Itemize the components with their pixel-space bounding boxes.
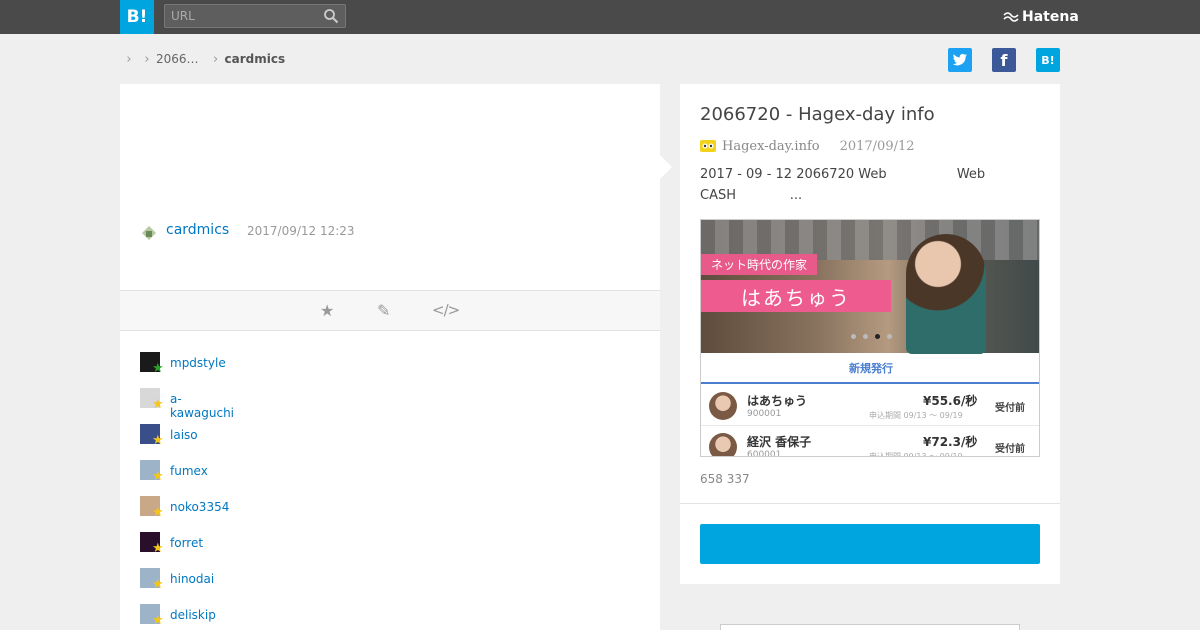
entry-thumbnail[interactable]: ネット時代の作家 はあちゅう 新規発行 はあちゅう 900001 ¥55.6/秒 申込… [700,219,1040,457]
thumbnail-caption-large: はあちゅう [701,280,891,312]
user-name-link[interactable]: a-kawaguchi [170,392,234,420]
facebook-share-button[interactable]: f [992,48,1016,72]
star-icon[interactable]: ★ [320,301,334,320]
site-favicon-icon [700,140,716,152]
user-name-link[interactable]: noko3354 [170,500,229,514]
url-search-box [164,4,346,28]
hatena-share-button[interactable]: B! [1036,48,1060,72]
row-status: 受付前 [995,403,1025,414]
user-name-link[interactable]: deliskip [170,608,216,622]
breadcrumb: › › 2066… › cardmics [120,50,285,68]
entry-title-link[interactable]: 2066720 - Hagex-day info [700,104,935,125]
user-name-link[interactable]: hinodai [170,572,214,586]
row-status: 受付前 [995,444,1025,455]
row-name: 経沢 香保子 [747,435,812,449]
star-icon: ★ [152,397,164,412]
star-icon: ★ [152,613,164,628]
author-name-link[interactable]: cardmics [166,222,229,238]
entry-site-link[interactable]: Hagex-day.info [722,139,820,154]
embed-code-icon[interactable]: </> [432,301,460,319]
hatena-wave-icon [1003,12,1019,22]
thumbnail-caption-small: ネット時代の作家 [701,254,818,275]
author-avatar[interactable] [140,224,158,242]
entry-description: 2017 - 09 - 12 2066720 Web Web CASH ... [700,167,986,203]
thumbnail-table-row: はあちゅう 900001 ¥55.6/秒申込期間 09/13 〜 09/19 受付前 [701,386,1039,426]
carousel-dot [887,334,892,339]
bookmark-panel: cardmics 2017/09/12 12:23 ★ ✎ </> ★ mpdst… [120,84,660,630]
edit-icon[interactable]: ✎ [377,301,390,320]
carousel-dot [851,334,856,339]
thumbnail-tab-new-issue: 新規発行 [701,353,1039,384]
twitter-icon [952,53,967,66]
entry-counts: 658 337 [700,472,750,486]
star-icon: ★ [152,469,164,484]
row-period: 申込期間 09/13 〜 09/19 [869,411,963,420]
top-bar: B! Hatena [0,0,1200,34]
user-name-link[interactable]: fumex [170,464,208,478]
row-period: 申込期間 09/13 〜 09/19 [869,452,963,457]
carousel-dot [863,334,868,339]
thumbnail-table-row: 経沢 香保子 600001 ¥72.3/秒申込期間 09/13 〜 09/19 受付前 [701,427,1039,457]
row-price: ¥55.6/秒 [923,394,978,408]
ad-frame [720,624,1020,630]
star-icon: ★ [152,433,164,448]
divider [680,503,1060,504]
twitter-share-button[interactable] [948,48,972,72]
carousel-dots [851,334,899,339]
search-icon[interactable] [323,8,339,24]
carousel-dot-active [875,334,880,339]
bookmark-datetime: 2017/09/12 12:23 [247,224,355,238]
entry-date: 2017/09/12 [839,138,915,154]
star-icon: ★ [152,361,164,376]
user-name-link[interactable]: laiso [170,428,198,442]
user-name-link[interactable]: mpdstyle [170,356,226,370]
url-input[interactable] [171,7,311,25]
hatena-bookmark-logo[interactable]: B! [120,0,154,34]
bookmark-cta-button[interactable] [700,524,1040,564]
row-price: ¥72.3/秒 [923,435,978,449]
panel-pointer [660,155,672,179]
hatena-brand-text: Hatena [1022,9,1079,25]
row-avatar [709,392,737,420]
star-icon: ★ [152,577,164,592]
row-id: 900001 [747,409,782,419]
hatena-brand-link[interactable]: Hatena [1003,8,1079,26]
breadcrumb-item-entry[interactable]: 2066… [156,52,199,66]
chevron-right-icon: › [126,51,132,67]
star-icon: ★ [152,505,164,520]
row-name: はあちゅう [747,394,808,408]
thumbnail-person-image [906,234,986,354]
row-avatar [709,433,737,456]
chevron-right-icon: › [144,51,150,67]
chevron-right-icon: › [212,51,219,67]
entry-card: 2066720 - Hagex-day info Hagex-day.info … [680,84,1060,584]
breadcrumb-item-user: cardmics [224,52,286,66]
action-bar: ★ ✎ </> [120,290,660,331]
entry-meta: Hagex-day.info 2017/09/12 [700,138,915,154]
star-icon: ★ [152,541,164,556]
row-id: 600001 [747,450,782,457]
user-name-link[interactable]: forret [170,536,203,550]
